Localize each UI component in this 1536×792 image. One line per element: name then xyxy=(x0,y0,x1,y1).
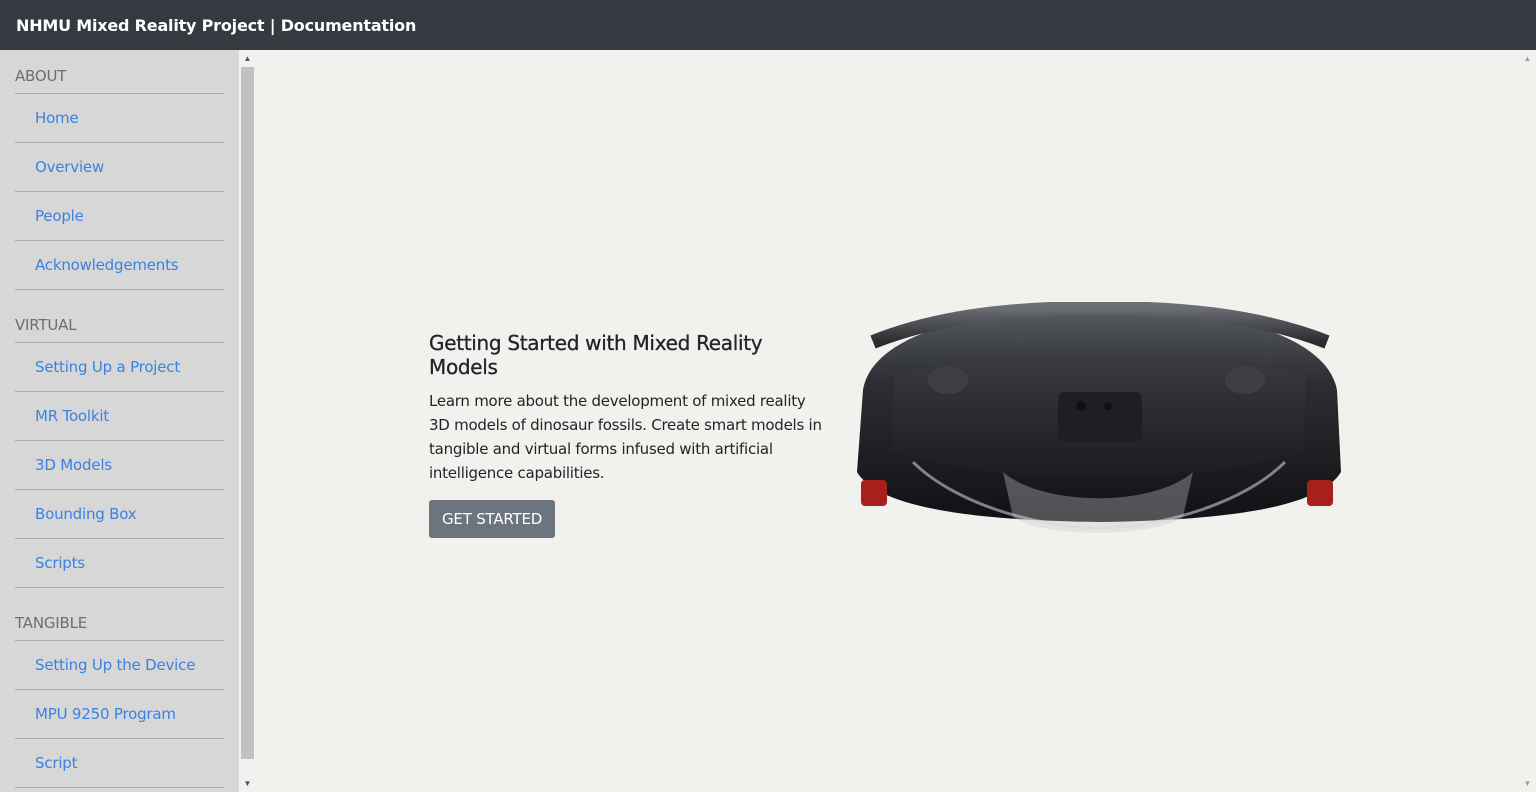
scroll-up-arrow-icon[interactable]: ▲ xyxy=(239,50,256,67)
site-title[interactable]: NHMU Mixed Reality Project | Documentati… xyxy=(16,16,416,35)
sidebar-section-title: ABOUT xyxy=(15,50,224,94)
sidebar-item-acknowledgements[interactable]: Acknowledgements xyxy=(15,241,224,290)
sidebar-item-overview[interactable]: Overview xyxy=(15,143,224,192)
sidebar-section-title: VIRTUAL xyxy=(15,299,224,343)
hero-heading: Getting Started with Mixed Reality Model… xyxy=(429,331,763,379)
sidebar-item-bounding-box[interactable]: Bounding Box xyxy=(15,490,224,539)
scroll-down-arrow-icon[interactable]: ▼ xyxy=(239,775,256,792)
hero-text-block: Getting Started with Mixed Reality Model… xyxy=(429,331,829,538)
sidebar-item-setting-up-project[interactable]: Setting Up a Project xyxy=(15,343,224,392)
sidebar-item-script[interactable]: Script xyxy=(15,739,224,788)
top-navbar: NHMU Mixed Reality Project | Documentati… xyxy=(0,0,1536,50)
get-started-button[interactable]: GET STARTED xyxy=(429,500,556,538)
sidebar-scrollbar[interactable]: ▲ ▼ xyxy=(239,50,256,792)
sidebar: ABOUT Home Overview People Acknowledgeme… xyxy=(0,50,239,792)
scroll-down-arrow-icon[interactable]: ▼ xyxy=(1519,775,1536,792)
main-scrollbar[interactable]: ▲ ▼ xyxy=(1519,50,1536,792)
main-content: Getting Started with Mixed Reality Model… xyxy=(256,50,1519,792)
sidebar-item-home[interactable]: Home xyxy=(15,94,224,143)
sidebar-section-about: ABOUT Home Overview People Acknowledgeme… xyxy=(0,50,239,290)
sidebar-item-mpu-9250-program[interactable]: MPU 9250 Program xyxy=(15,690,224,739)
sidebar-item-mr-toolkit[interactable]: MR Toolkit xyxy=(15,392,224,441)
sidebar-item-people[interactable]: People xyxy=(15,192,224,241)
sidebar-item-scripts[interactable]: Scripts xyxy=(15,539,224,588)
sidebar-item-3d-models[interactable]: 3D Models xyxy=(15,441,224,490)
scroll-up-arrow-icon[interactable]: ▲ xyxy=(1519,50,1536,67)
hololens-headset-image xyxy=(857,302,1341,533)
sidebar-section-virtual: VIRTUAL Setting Up a Project MR Toolkit … xyxy=(0,299,239,588)
sidebar-section-title: TANGIBLE xyxy=(15,597,224,641)
sidebar-section-tangible: TANGIBLE Setting Up the Device MPU 9250 … xyxy=(0,597,239,788)
sidebar-item-setting-up-device[interactable]: Setting Up the Device xyxy=(15,641,224,690)
hero-description: Learn more about the development of mixe… xyxy=(429,392,822,482)
sidebar-scrollbar-thumb[interactable] xyxy=(241,67,254,759)
